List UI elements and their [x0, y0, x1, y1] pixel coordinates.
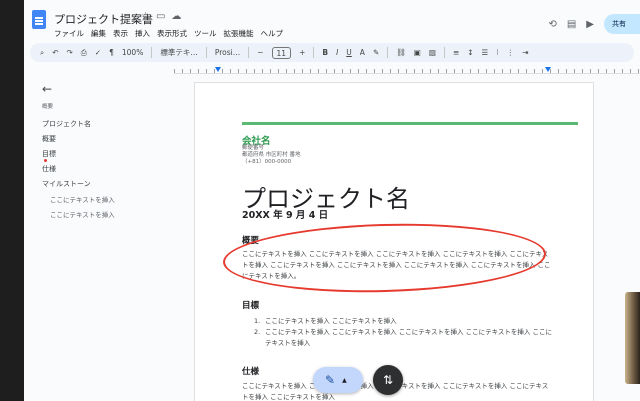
- menu-view[interactable]: 表示: [113, 28, 128, 39]
- list-item: 1. ここにテキストを挿入 ここにテキストを挿入: [254, 316, 554, 327]
- font-select[interactable]: Prosi…: [215, 48, 240, 57]
- list-text: ここにテキストを挿入 ここにテキストを挿入 ここにテキストを挿入 ここにテキスト…: [265, 328, 552, 347]
- star-icon[interactable]: ☆: [141, 11, 156, 22]
- pencil-icon: ✎: [325, 373, 336, 387]
- ruler[interactable]: [174, 64, 640, 74]
- toolbar: ⌕ ↶ ↷ ⎙ ✓ ¶ 100% 標準テキ… Prosi… − 11 + B I…: [30, 43, 634, 62]
- company-address: 郵便番号 都道府県 市区町村 番地 （+81）000-0000: [242, 145, 301, 166]
- header-rule: [242, 122, 578, 125]
- menu-insert[interactable]: 挿入: [135, 28, 150, 39]
- text-color-button[interactable]: A: [360, 48, 365, 57]
- italic-button[interactable]: I: [336, 48, 338, 57]
- menu-file[interactable]: ファイル: [54, 28, 84, 39]
- top-right-actions: ⟲ ▤ ▶ 共有: [548, 14, 640, 34]
- bold-button[interactable]: B: [322, 48, 328, 57]
- share-button[interactable]: 共有: [604, 14, 640, 34]
- decrease-font-button[interactable]: −: [257, 48, 263, 57]
- title-icons: ☆▭☁: [141, 11, 187, 22]
- paint-format-icon[interactable]: ¶: [109, 48, 114, 57]
- line-spacing-icon[interactable]: ↕: [467, 48, 473, 57]
- numbered-list-icon[interactable]: ⋮: [507, 48, 515, 57]
- outline-item-goals[interactable]: 目標: [42, 149, 162, 164]
- menu-format[interactable]: 表示形式: [157, 28, 187, 39]
- ruler-ticks: [174, 69, 640, 73]
- address-line: 郵便番号: [242, 145, 265, 151]
- list-item: 2. ここにテキストを挿入 ここにテキストを挿入 ここにテキストを挿入 ここにテキ…: [254, 327, 554, 349]
- comment-icon[interactable]: ▤: [567, 19, 576, 30]
- history-icon[interactable]: ⟲: [548, 19, 556, 30]
- right-indent-marker[interactable]: [545, 67, 551, 72]
- menu-bar: ファイル 編集 表示 挿入 表示形式 ツール 拡張機能 ヘルプ: [54, 28, 283, 39]
- left-indent-marker[interactable]: [215, 67, 221, 72]
- menu-edit[interactable]: 編集: [91, 28, 106, 39]
- goal-heading: 目標: [242, 301, 260, 311]
- list-number: 1.: [254, 317, 261, 325]
- toolbar-divider: [443, 47, 445, 58]
- document-outline: ← 概要 プロジェクト名 概要 目標 仕様 マイルストーン ここにテキストを挿入…: [42, 82, 162, 224]
- style-select[interactable]: 標準テキ…: [160, 47, 198, 58]
- align-icon[interactable]: ≡: [453, 48, 459, 57]
- back-arrow-icon[interactable]: ←: [42, 82, 162, 96]
- project-date: 20XX 年 9 月 4 日: [242, 210, 329, 221]
- search-icon[interactable]: ⌕: [40, 48, 44, 58]
- outline-item-sub[interactable]: ここにテキストを挿入: [42, 194, 162, 209]
- address-line: （+81）000-0000: [242, 159, 292, 165]
- menu-extensions[interactable]: 拡張機能: [224, 28, 254, 39]
- indent-icon[interactable]: ⇥: [522, 48, 528, 57]
- highlight-icon[interactable]: ✎: [373, 48, 379, 57]
- outline-item-specs[interactable]: 仕様: [42, 164, 162, 179]
- toolbar-divider: [387, 47, 389, 58]
- address-line: 都道府県 市区町村 番地: [242, 152, 301, 158]
- red-dot-marker: [44, 159, 47, 162]
- outline-item-project-name[interactable]: プロジェクト名: [42, 119, 162, 134]
- list-text: ここにテキストを挿入 ここにテキストを挿入: [265, 317, 397, 325]
- list-number: 2.: [254, 328, 261, 336]
- menu-help[interactable]: ヘルプ: [261, 28, 284, 39]
- swap-icon: ⇅: [382, 373, 394, 387]
- document-title[interactable]: プロジェクト提案書: [54, 11, 153, 27]
- goal-list: 1. ここにテキストを挿入 ここにテキストを挿入 2. ここにテキストを挿入 ここに…: [254, 316, 554, 349]
- link-icon[interactable]: ⛓: [396, 48, 406, 57]
- docs-logo-icon[interactable]: [32, 10, 46, 29]
- meet-icon[interactable]: ▶: [586, 19, 594, 30]
- toolbar-divider: [205, 47, 207, 58]
- toolbar-divider: [248, 47, 250, 58]
- move-to-folder-icon[interactable]: ▭: [156, 11, 171, 22]
- bulleted-list-icon[interactable]: ⁝: [496, 48, 498, 57]
- add-comment-icon[interactable]: ▣: [414, 48, 421, 57]
- title-bar: プロジェクト提案書 ☆▭☁ ファイル 編集 表示 挿入 表示形式 ツール 拡張機…: [24, 0, 640, 42]
- outline-header: 概要: [42, 104, 54, 110]
- toolbar-divider: [151, 47, 153, 58]
- increase-font-button[interactable]: +: [299, 48, 305, 57]
- edit-mode-button[interactable]: ✎ ▲: [313, 367, 363, 393]
- spellcheck-icon[interactable]: ✓: [95, 48, 101, 57]
- checklist-icon[interactable]: ☰: [482, 48, 489, 57]
- outline-item-milestones[interactable]: マイルストーン: [42, 179, 162, 194]
- outline-item-overview[interactable]: 概要: [42, 134, 162, 149]
- toolbar-divider: [313, 47, 315, 58]
- spec-heading: 仕様: [242, 367, 260, 377]
- menu-tools[interactable]: ツール: [194, 28, 217, 39]
- undo-icon[interactable]: ↶: [52, 48, 58, 57]
- redo-icon[interactable]: ↷: [67, 48, 73, 57]
- overlapping-photo: [625, 292, 640, 384]
- underline-button[interactable]: U: [346, 48, 352, 57]
- zoom-select[interactable]: 100%: [122, 48, 143, 57]
- cloud-status-icon[interactable]: ☁: [171, 11, 187, 22]
- outline-item-sub[interactable]: ここにテキストを挿入: [42, 209, 162, 224]
- print-icon[interactable]: ⎙: [81, 48, 87, 58]
- image-icon[interactable]: ▨: [429, 48, 436, 57]
- chevron-down-icon: ▲: [342, 376, 347, 384]
- font-size-input[interactable]: 11: [271, 46, 292, 59]
- swap-button[interactable]: ⇅: [373, 365, 403, 395]
- app-window: プロジェクト提案書 ☆▭☁ ファイル 編集 表示 挿入 表示形式 ツール 拡張機…: [24, 0, 640, 401]
